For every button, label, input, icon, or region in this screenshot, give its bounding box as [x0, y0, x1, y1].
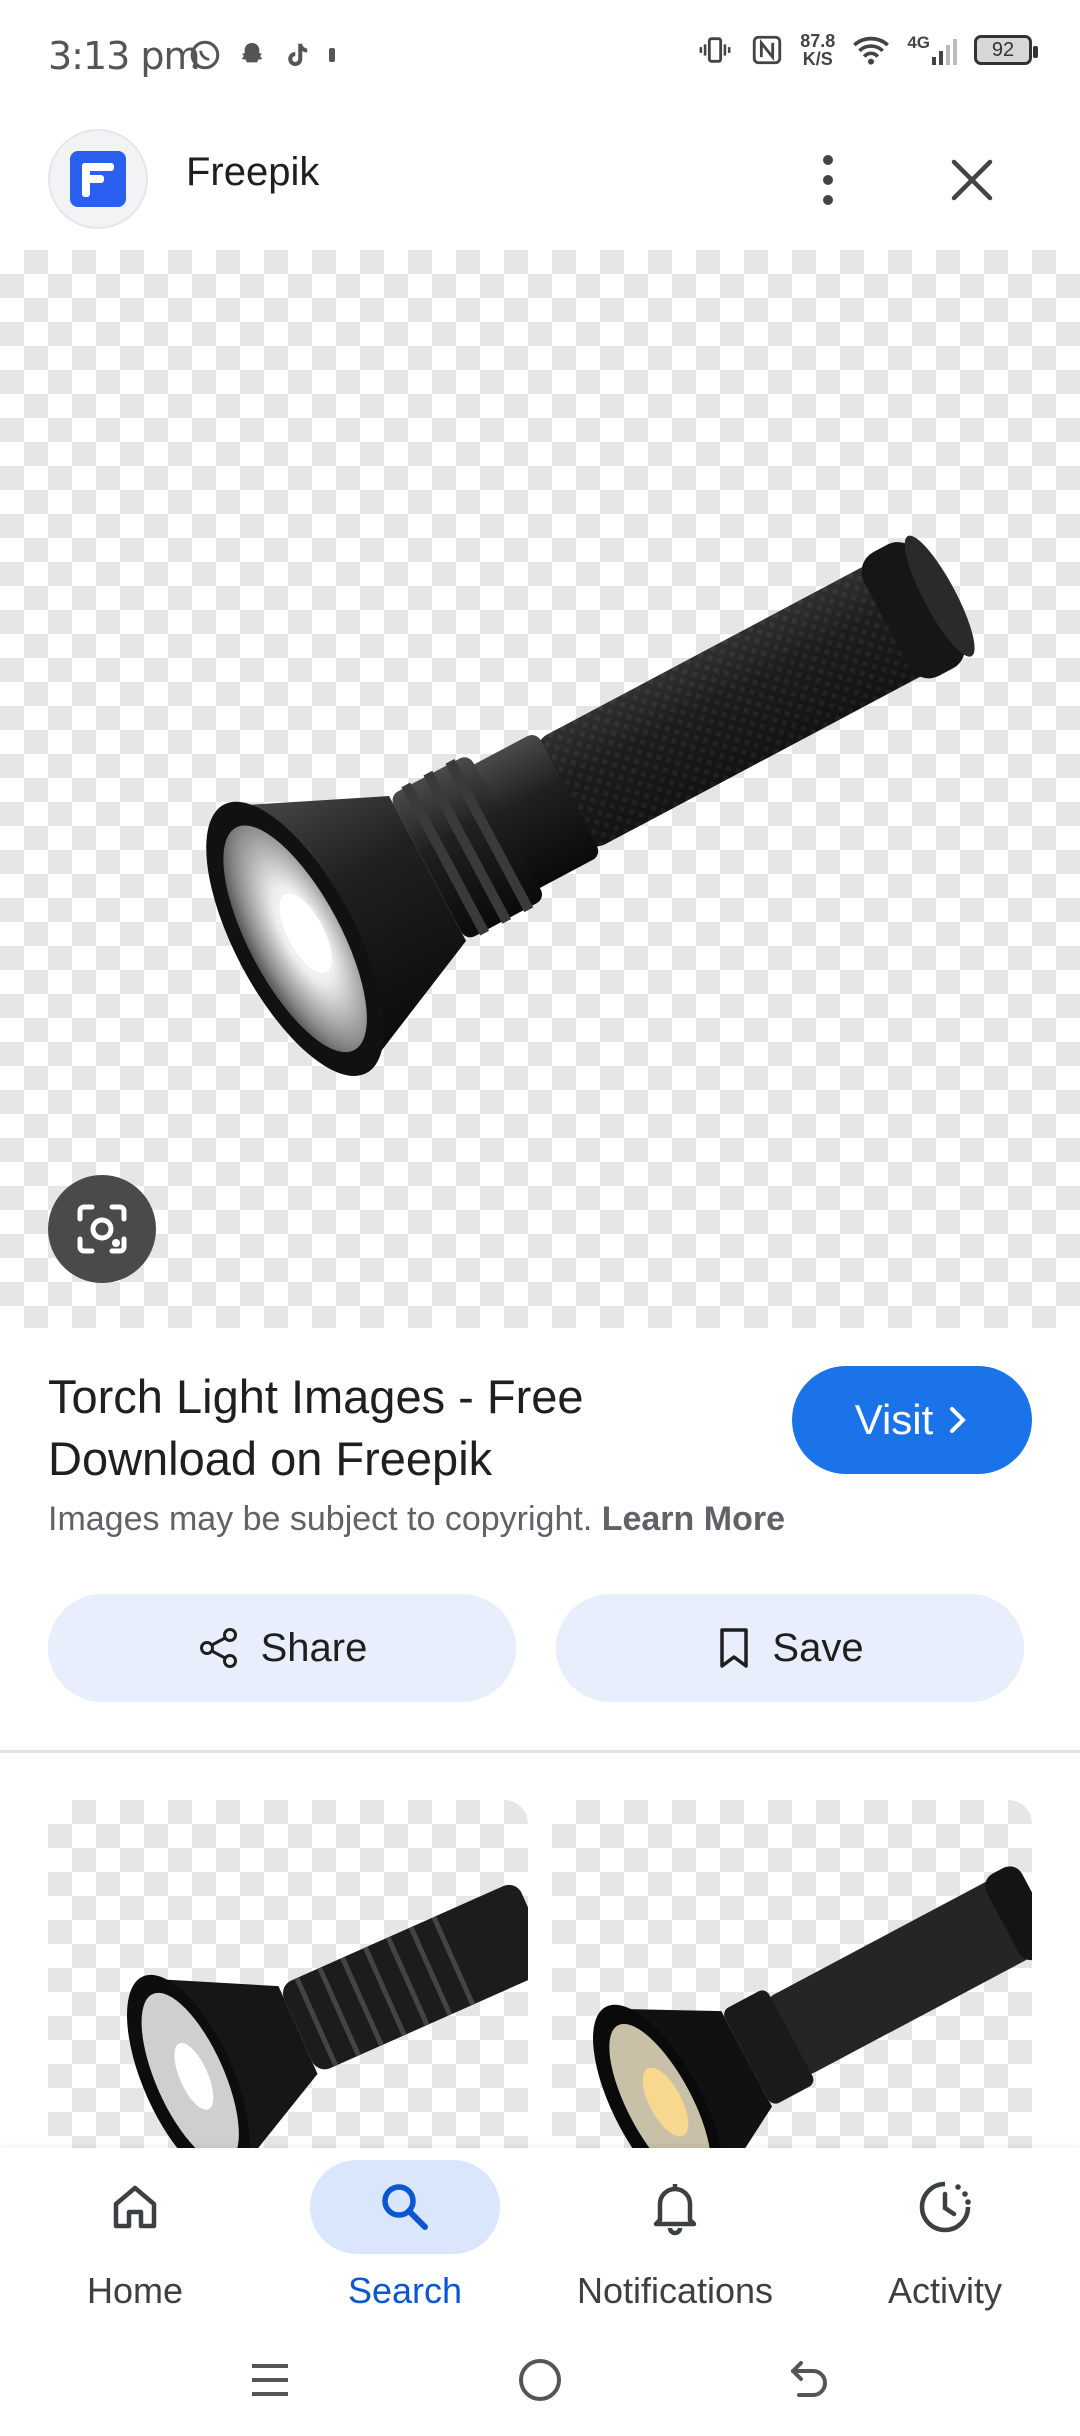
related-image-thumbnail[interactable]: [48, 1800, 528, 2150]
share-button[interactable]: Share: [48, 1594, 516, 1702]
recent-apps-button[interactable]: [240, 2350, 300, 2410]
more-options-button[interactable]: [800, 142, 856, 218]
more-vert-icon: [823, 155, 833, 205]
main-image[interactable]: [0, 250, 1080, 1328]
back-button[interactable]: [780, 2350, 840, 2410]
nfc-icon: [753, 35, 782, 65]
nav-home[interactable]: Home: [0, 2148, 270, 2320]
back-icon: [791, 2361, 827, 2397]
network-speed: 87.8 K/S: [800, 32, 835, 68]
nav-search-label: Search: [347, 2270, 463, 2311]
close-button[interactable]: [940, 142, 1004, 218]
system-status-icons: 87.8 K/S 4G 92: [696, 32, 1038, 68]
system-navigation-bar: [0, 2320, 1080, 2436]
notification-icons: [188, 38, 338, 72]
net-speed-value: 87.8: [800, 31, 836, 51]
bell-icon: [653, 2184, 697, 2236]
vibrate-icon: [699, 37, 731, 63]
freepik-logo-icon: [70, 151, 126, 207]
nav-notifications-pill: [580, 2160, 770, 2254]
status-bar: 3:13 pm 87.8 K/S 4G 92: [0, 0, 1080, 112]
nav-search-pill: [310, 2160, 500, 2254]
cellular-signal: 4G: [907, 33, 958, 67]
nav-activity-pill: [850, 2160, 1040, 2254]
nav-notifications-label: Notifications: [576, 2270, 774, 2311]
activity-icon: [919, 2181, 971, 2233]
save-button[interactable]: Save: [556, 1594, 1024, 1702]
nav-home-pill: [40, 2160, 230, 2254]
battery-level: 92: [991, 38, 1015, 61]
learn-more-link[interactable]: Learn More: [602, 1500, 785, 1538]
bookmark-icon: [720, 1628, 749, 1668]
nav-home-label: Home: [86, 2270, 184, 2311]
net-speed-unit: K/S: [802, 49, 833, 69]
flashlight-image: [206, 535, 975, 1076]
nav-activity[interactable]: Activity: [810, 2148, 1080, 2320]
nav-notifications[interactable]: Notifications: [540, 2148, 810, 2320]
battery-indicator: 92: [974, 35, 1038, 65]
tiktok-icon: [288, 43, 308, 66]
nav-search[interactable]: Search: [270, 2148, 540, 2320]
divider: [0, 1750, 1080, 1753]
home-system-button[interactable]: [510, 2350, 570, 2410]
home-icon: [113, 2185, 157, 2229]
visit-label: Visit: [854, 1396, 934, 1443]
visit-button[interactable]: Visit: [792, 1366, 1032, 1474]
google-lens-button[interactable]: [48, 1175, 156, 1283]
search-icon: [382, 2184, 428, 2230]
bottom-navigation: Home Search Notifications Activity: [0, 2148, 1080, 2320]
share-icon: [199, 1628, 237, 1668]
site-logo[interactable]: [48, 129, 148, 229]
save-label: Save: [772, 1625, 864, 1670]
circle-icon: [519, 2359, 561, 2401]
related-image-thumbnail[interactable]: [552, 1800, 1032, 2150]
result-title[interactable]: Torch Light Images - Free Download on Fr…: [48, 1366, 768, 1490]
lens-icon: [77, 1204, 127, 1254]
site-name: Freepik: [186, 150, 320, 194]
wifi-icon: [853, 36, 890, 65]
menu-icon: [252, 2364, 288, 2396]
close-icon: [951, 159, 993, 201]
status-time: 3:13 pm: [48, 34, 201, 78]
signal-icon: [932, 39, 957, 65]
network-type: 4G: [907, 33, 930, 52]
copyright-text: Images may be subject to copyright.: [48, 1500, 593, 1538]
chevron-right-icon: [950, 1407, 967, 1433]
flashlight-thumbnail-image: [593, 1866, 1032, 2150]
nav-activity-label: Activity: [887, 2270, 1002, 2311]
snapchat-icon: [241, 43, 263, 63]
copyright-notice: Images may be subject to copyright. Lear…: [48, 1500, 785, 1539]
share-label: Share: [260, 1625, 368, 1670]
dot-icon: [329, 48, 335, 62]
flashlight-thumbnail-image: [127, 1884, 528, 2150]
app-header: Freepik: [0, 112, 1080, 250]
whatsapp-icon: [190, 40, 220, 70]
